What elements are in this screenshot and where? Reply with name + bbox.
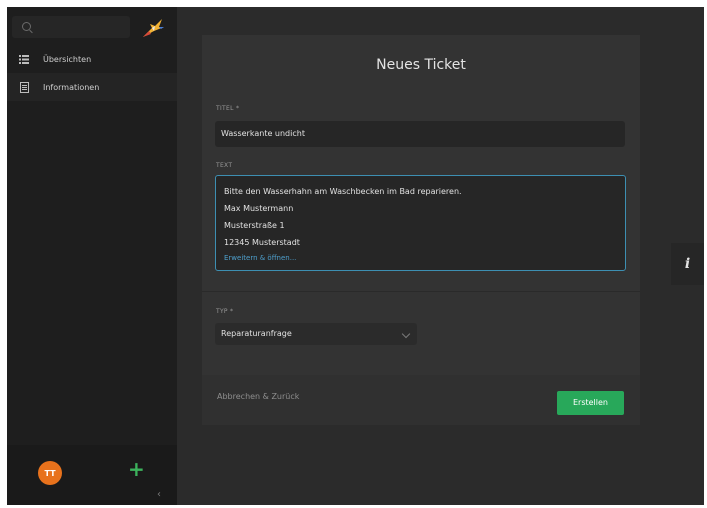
chevron-left-icon[interactable]: ‹ xyxy=(157,489,161,500)
bird-logo-icon[interactable] xyxy=(140,15,166,41)
chevron-down-icon xyxy=(401,329,411,339)
text-line: Musterstraße 1 xyxy=(224,221,285,230)
typ-label: TYP * xyxy=(216,308,234,315)
expand-link[interactable]: Erweitern & öffnen... xyxy=(224,250,617,267)
sidebar-footer: TT + ‹ xyxy=(7,445,177,505)
sidebar: Übersichten Informationen TT + ‹ xyxy=(7,7,177,505)
sidebar-nav: Übersichten Informationen xyxy=(7,45,177,101)
sidebar-header xyxy=(7,7,177,43)
sidebar-item-label: Übersichten xyxy=(43,54,92,64)
search-icon xyxy=(22,22,31,31)
page-title: Neues Ticket xyxy=(376,57,466,73)
avatar[interactable]: TT xyxy=(38,461,62,485)
form-footer: Abbrechen & Zurück Erstellen xyxy=(202,375,640,425)
info-icon[interactable]: i xyxy=(671,243,704,285)
text-line: Bitte den Wasserhahn am Waschbecken im B… xyxy=(224,187,462,196)
cancel-back-link[interactable]: Abbrechen & Zurück xyxy=(217,392,299,401)
text-line: Max Mustermann xyxy=(224,204,294,213)
sidebar-item-uebersichten[interactable]: Übersichten xyxy=(7,45,177,73)
sidebar-item-informationen[interactable]: Informationen xyxy=(7,73,177,101)
app-window: Übersichten Informationen TT + ‹ Neues T… xyxy=(7,7,704,505)
divider xyxy=(202,291,640,292)
search-input[interactable] xyxy=(12,16,130,38)
document-icon xyxy=(19,81,29,93)
typ-select[interactable]: Reparaturanfrage xyxy=(215,323,417,345)
create-button[interactable]: Erstellen xyxy=(557,391,624,415)
form-header: Neues Ticket xyxy=(202,35,640,95)
plus-icon[interactable]: + xyxy=(128,459,145,479)
new-ticket-form: Neues Ticket TITEL * Wasserkante undicht… xyxy=(202,35,640,425)
sidebar-item-label: Informationen xyxy=(43,82,100,92)
text-line: 12345 Musterstadt xyxy=(224,238,300,247)
text-area[interactable]: Bitte den Wasserhahn am Waschbecken im B… xyxy=(215,175,626,271)
text-label: TEXT xyxy=(216,162,233,169)
titel-label: TITEL * xyxy=(216,105,240,112)
list-icon xyxy=(19,54,29,64)
titel-input[interactable]: Wasserkante undicht xyxy=(215,121,625,147)
typ-select-value: Reparaturanfrage xyxy=(221,329,292,338)
